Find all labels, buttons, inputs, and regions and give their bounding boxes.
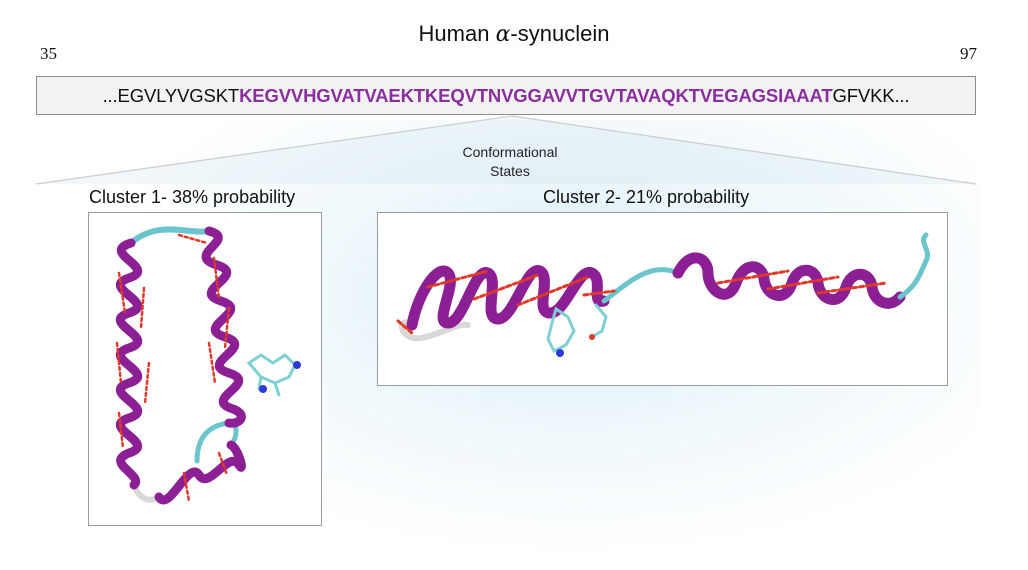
cluster-1-helix-left [116,238,142,490]
cluster-1-side-chain [246,353,297,397]
cluster-1-label: Cluster 1- 38% probability [89,187,296,207]
cluster-1-structure-image [88,212,322,526]
cluster-2-label: Cluster 2- 21% probability [543,187,750,207]
cluster-1-helix-right [201,226,246,428]
cluster-2-coil [601,267,681,304]
cluster-2-helix-2 [672,252,906,309]
cluster-2-side-chain [546,303,608,354]
cluster-2-helix [406,265,610,331]
conformational-states-label: Conformational States [462,144,558,179]
cluster-2-tail [897,232,930,300]
cluster-2-structure-image [377,212,948,386]
cluster-1-helix-bottom [154,440,246,505]
